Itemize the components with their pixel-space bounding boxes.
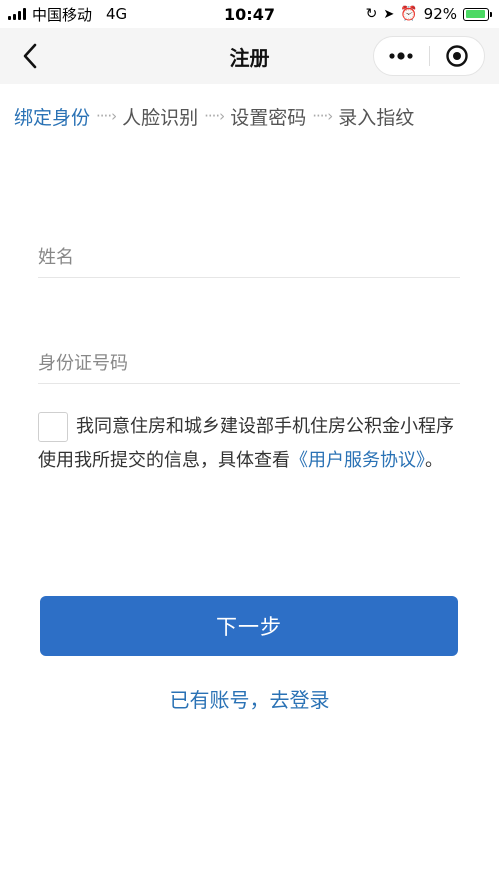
mini-program-capsule — [373, 36, 485, 76]
status-left: 中国移动 4G — [8, 4, 127, 25]
close-mini-program-button[interactable] — [430, 37, 485, 75]
id-number-field — [38, 344, 460, 384]
step-arrow-icon: ····› — [204, 107, 225, 125]
agreement-checkbox[interactable] — [38, 412, 68, 442]
alarm-icon: ⏰ — [400, 6, 418, 22]
status-right: ↻ ➤ ⏰ 92% — [365, 5, 492, 23]
step-set-password: 设置密码 — [230, 106, 307, 129]
location-icon: ➤ — [383, 6, 395, 22]
step-arrow-icon: ····› — [312, 107, 333, 125]
step-bind-identity: 绑定身份 — [14, 106, 91, 129]
status-time: 10:47 — [224, 4, 275, 24]
agreement-suffix: 。 — [425, 450, 443, 471]
step-enroll-fingerprint: 录入指纹 — [338, 106, 415, 129]
agreement-block: 我同意住房和城乡建设部手机住房公积金小程序使用我所提交的信息，具体查看《用户服务… — [38, 410, 458, 478]
more-button[interactable] — [374, 37, 429, 75]
name-field — [38, 238, 460, 278]
target-icon — [446, 45, 468, 67]
signal-icon — [8, 8, 26, 20]
next-step-button[interactable]: 下一步 — [40, 596, 458, 656]
existing-account-login-link[interactable]: 已有账号，去登录 — [0, 684, 499, 713]
page-title: 注册 — [229, 45, 270, 70]
battery-fill — [465, 10, 485, 18]
battery-percent: 92% — [423, 5, 457, 23]
user-service-agreement-link[interactable]: 《用户服务协议》 — [290, 450, 425, 471]
network-label: 4G — [106, 5, 128, 23]
battery-icon — [463, 7, 492, 21]
ellipsis-icon — [389, 52, 413, 60]
step-arrow-icon: ····› — [96, 107, 117, 125]
status-bar: 中国移动 4G 10:47 ↻ ➤ ⏰ 92% — [0, 0, 499, 28]
nav-bar: 注册 — [0, 28, 499, 84]
back-button[interactable] — [14, 40, 46, 72]
step-face-recognition: 人脸识别 — [122, 106, 199, 129]
chevron-left-icon — [23, 43, 37, 69]
registration-steps: 绑定身份 ····› 人脸识别 ····› 设置密码 ····› 录入指纹 — [14, 100, 494, 132]
screen-rotation-icon: ↻ — [365, 6, 378, 22]
id-number-input[interactable] — [38, 353, 460, 374]
carrier-label: 中国移动 — [32, 5, 93, 24]
name-input[interactable] — [38, 247, 460, 268]
